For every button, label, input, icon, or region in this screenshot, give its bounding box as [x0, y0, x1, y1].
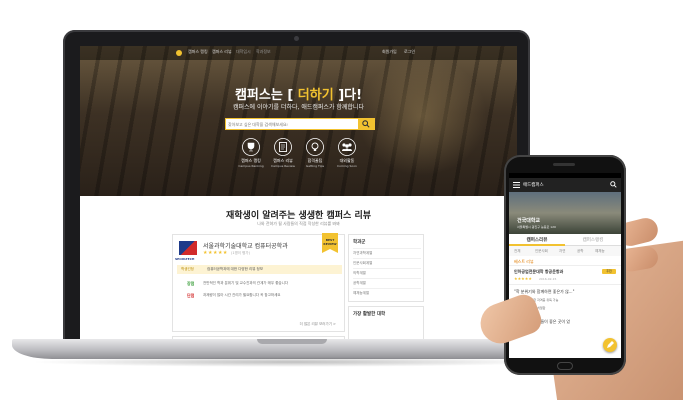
phone-header: 애드캠퍼스 [509, 178, 621, 192]
major-item-humanities[interactable]: 인문사회계열 [353, 258, 421, 267]
review-icon [274, 138, 292, 156]
menu-icon[interactable] [513, 182, 520, 188]
phone-speaker [553, 163, 575, 166]
review-section-title: 재학생이 알려주는 생생한 캠퍼스 리뷰 [225, 211, 371, 221]
feature-review-desc: Campus Review [271, 164, 295, 168]
tab-campus-review[interactable]: 캠퍼스리뷰 [509, 237, 565, 243]
major-item-medical[interactable]: 의학계열 [353, 268, 421, 277]
more-reviews-link[interactable]: 더 많은 리뷰 보러가기 > [300, 322, 336, 327]
hero-title: 캠퍼스는 [ 더하기 ]다! [80, 84, 517, 103]
feature-tips[interactable]: 합격꿀팁 Getting Tips [298, 138, 332, 168]
nav-item-review[interactable]: 캠퍼스 리뷰 [212, 49, 232, 55]
write-review-button[interactable] [603, 338, 617, 352]
tab-campus-ranking[interactable]: 캠퍼스랭킹 [565, 237, 621, 243]
trophy-icon [242, 138, 260, 156]
phone-school-name[interactable]: 인하공업전문대학 항공운항과 [514, 269, 563, 275]
highlight-value: 컴퓨터공학과에 대한 다양한 리뷰 정보 [207, 267, 263, 271]
feature-review[interactable]: 캠퍼스 리뷰 Campus Review [266, 138, 300, 168]
filter-humanities[interactable]: 인문사회 [535, 249, 548, 254]
active-university-panel: 가장 활발한 대학 [348, 306, 424, 341]
major-category-panel: 학과군 자연과학계열 인문사회계열 의학계열 공학계열 예체능계열 [348, 234, 424, 302]
phone-review-date: 2016-02-15 [539, 277, 557, 281]
hero-search-bar [225, 118, 375, 130]
phone-campus-banner: 건국대학교 서울특별시 광진구 능동로 120 [509, 192, 621, 234]
review-section-subtitle: 나와 전혀가 될 사람들의 직접 작성한 리뷰를 봐봐 [257, 221, 340, 226]
phone-recommend-badge: 추천 [602, 269, 616, 274]
cons-text: 과제량이 많아 시간 관리가 필요합니다 꼭 참고하세요 [203, 293, 281, 297]
feature-activities[interactable]: 대외활동 Coming Soon [330, 138, 364, 168]
card-highlight-row: 학생선정 컴퓨터공학과에 대한 다양한 리뷰 정보 [177, 265, 342, 274]
search-icon [362, 120, 370, 128]
pros-text: 전반적인 학과 분위기 및 교수진과의 관계가 매우 좋습니다 [203, 281, 289, 285]
promo-stage: 캠퍼스 랭킹 캠퍼스 리뷰 대학입시 학과정보 회원가입 로그인 캠퍼스는 [ … [0, 0, 683, 400]
filter-science[interactable]: 자연 [559, 249, 565, 254]
lightbulb-icon [306, 138, 324, 156]
best-review-badge: BEST REVIEW [322, 233, 338, 253]
phone-campus-address: 서울특별시 광진구 능동로 120 [517, 225, 556, 229]
nav-login-link[interactable]: 로그인 [404, 49, 415, 55]
feature-activities-desc: Coming Soon [337, 164, 357, 168]
major-category-title: 학과군 [353, 240, 366, 245]
hero-title-highlight: 더하기 [293, 88, 339, 103]
rating-stars: ★★★★★ [203, 250, 228, 256]
nav-signup-link[interactable]: 회원가입 [382, 49, 397, 55]
school-logo-icon [179, 241, 197, 255]
laptop-screen: 캠퍼스 랭킹 캠퍼스 리뷰 대학입시 학과정보 회원가입 로그인 캠퍼스는 [ … [80, 46, 517, 341]
laptop-shadow [30, 357, 550, 367]
best-review-label: 베스트 리뷰 [514, 259, 534, 264]
phone-home-button[interactable] [557, 362, 573, 370]
phone-filter-bar: 전체 인문사회 자연 공학 예체능 [509, 246, 621, 256]
pros-label: 장점 [187, 281, 195, 286]
search-icon[interactable] [610, 181, 617, 188]
filter-engineering[interactable]: 공학 [577, 249, 583, 254]
hero-title-suffix: ]다! [338, 88, 363, 103]
highlight-label: 학생선정 [181, 267, 194, 271]
search-button[interactable] [358, 119, 374, 129]
best-review-header: 베스트 리뷰 [509, 257, 621, 266]
hero-title-prefix: 캠퍼스는 [ [234, 88, 294, 103]
laptop-notch [257, 339, 327, 344]
filter-arts[interactable]: 예체능 [595, 249, 605, 254]
hero-subtitle: 캠퍼스에 이야기를 더하다, 애드캠퍼스가 함께합니다 [233, 104, 364, 111]
major-item-science[interactable]: 자연과학계열 [353, 248, 421, 257]
nav-item-admission[interactable]: 대학입시 [236, 49, 251, 55]
major-item-arts[interactable]: 예체능계열 [353, 288, 421, 297]
feature-tips-desc: Getting Tips [305, 164, 325, 168]
nav-item-major[interactable]: 학과정보 [256, 49, 271, 55]
hero-search-input[interactable] [228, 120, 356, 129]
school-name[interactable]: 서울과학기술대학교 컴퓨터공학과 [203, 241, 288, 250]
feature-ranking-desc: Campus Ranking [238, 164, 264, 168]
phone-review-item[interactable]: 인하공업전문대학 항공운항과 추천 ★★★★★ 2016-02-15 [509, 267, 621, 285]
phone-rating-stars: ★★★★★ [514, 276, 532, 281]
pencil-icon [607, 341, 614, 348]
nav-item-ranking[interactable]: 캠퍼스 랭킹 [188, 49, 208, 55]
filter-all[interactable]: 전체 [514, 249, 520, 254]
review-card[interactable]: SEOULTECH 서울과학기술대학교 컴퓨터공학과 ★★★★★ (1명이 평가… [172, 233, 345, 332]
school-logo-caption: SEOULTECH [175, 257, 195, 261]
group-icon [338, 138, 356, 156]
site-logo-icon[interactable] [176, 50, 182, 56]
active-university-title: 가장 활발한 대학 [353, 312, 386, 317]
phone-campus-name: 건국대학교 [517, 218, 541, 224]
phone-app-title: 애드캠퍼스 [523, 183, 544, 188]
feature-ranking[interactable]: 캠퍼스 랭킹 Campus Ranking [234, 138, 268, 168]
major-item-engineering[interactable]: 공학계열 [353, 278, 421, 287]
rating-count: (1명이 평가) [231, 251, 250, 255]
cons-label: 단점 [187, 293, 195, 298]
laptop-camera [294, 36, 299, 41]
top-nav: 캠퍼스 랭킹 캠퍼스 리뷰 대학입시 학과정보 회원가입 로그인 [80, 46, 517, 60]
